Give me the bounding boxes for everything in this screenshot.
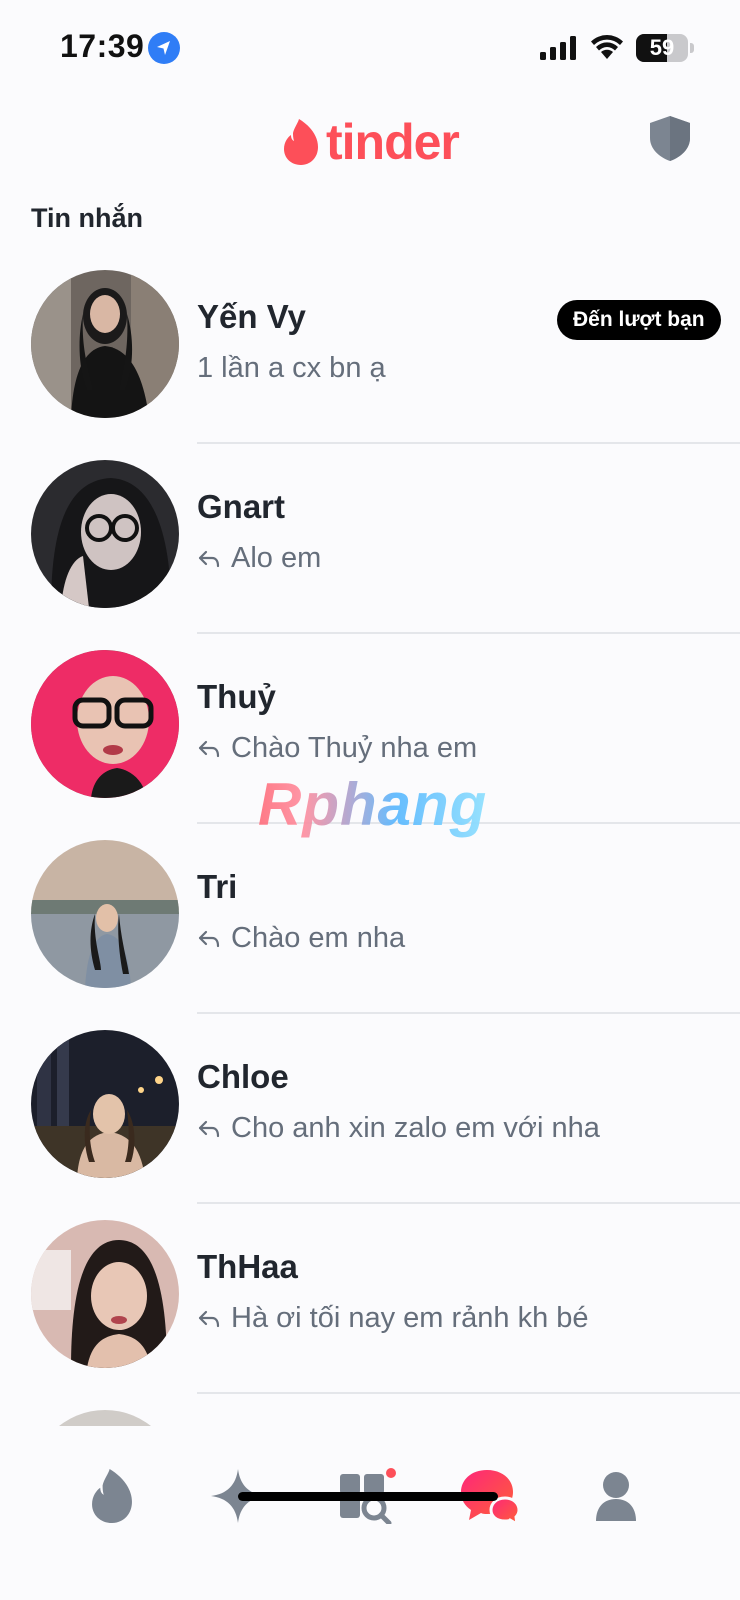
message-list[interactable]: Yến Vy Đến lượt bạn 1 lần a cx bn ạ Gnar… <box>0 258 740 1426</box>
new-activity-dot <box>386 1468 396 1478</box>
message-preview: Chào Thuỷ nha em <box>197 732 477 765</box>
conversation-row[interactable]: Chloe Cho anh xin zalo em với nha <box>0 1018 740 1208</box>
your-turn-badge: Đến lượt bạn <box>557 300 721 340</box>
home-indicator[interactable] <box>238 1492 498 1501</box>
row-divider <box>197 1012 740 1014</box>
nav-swipe-tab[interactable] <box>80 1464 144 1528</box>
conversation-name: ThHaa <box>197 1248 298 1285</box>
replied-arrow-icon <box>198 1120 220 1137</box>
message-preview: Alo em <box>197 542 321 575</box>
conversation-name: Chloe <box>197 1058 289 1095</box>
row-divider <box>197 1392 740 1394</box>
flame-icon <box>92 1469 132 1523</box>
tinder-flame-icon <box>284 119 318 165</box>
message-preview-text: Chào Thuỷ nha em <box>231 732 478 764</box>
battery-indicator: 59 <box>636 34 688 62</box>
battery-cap <box>690 43 694 53</box>
message-preview-text: Hà ơi tối nay em rảnh kh bé <box>231 1302 589 1334</box>
replied-arrow-icon <box>198 930 220 947</box>
replied-arrow-icon <box>198 740 220 757</box>
message-preview: Chào em nha <box>197 922 405 955</box>
status-time: 17:39 <box>60 28 145 64</box>
profile-icon <box>596 1472 636 1521</box>
conversation-row[interactable]: Gnart Alo em <box>0 448 740 638</box>
conversation-name: Thuỷ <box>197 678 276 715</box>
row-divider <box>197 1202 740 1204</box>
conversation-row[interactable]: ThHaa Hà ơi tối nay em rảnh kh bé <box>0 1208 740 1398</box>
messages-section-title: Tin nhắn <box>31 203 143 233</box>
replied-arrow-icon <box>198 1310 220 1327</box>
message-preview: Cho anh xin zalo em với nha <box>197 1112 600 1145</box>
safety-shield-button[interactable] <box>646 114 694 162</box>
nav-profile-tab[interactable] <box>584 1464 648 1528</box>
conversation-row-partial[interactable] <box>0 1398 740 1426</box>
location-arrow-icon <box>148 32 180 64</box>
watermark: Rphang <box>258 771 488 838</box>
message-preview: Hà ơi tối nay em rảnh kh bé <box>197 1302 589 1335</box>
replied-arrow-icon <box>198 550 220 567</box>
conversation-row[interactable]: Yến Vy Đến lượt bạn 1 lần a cx bn ạ <box>0 258 740 448</box>
status-bar: 17:39 59 <box>0 0 740 96</box>
app-header: tinder <box>0 96 740 186</box>
shield-icon <box>650 116 690 161</box>
conversation-name: Gnart <box>197 488 286 525</box>
avatar[interactable] <box>31 1030 179 1178</box>
avatar[interactable] <box>31 1410 179 1426</box>
avatar[interactable] <box>31 1220 179 1368</box>
avatar[interactable] <box>31 460 179 608</box>
cellular-signal-icon <box>540 36 576 60</box>
wifi-icon <box>591 35 623 59</box>
logo-wordmark: tinder <box>326 114 460 170</box>
row-divider <box>197 632 740 634</box>
avatar[interactable] <box>31 650 179 798</box>
avatar[interactable] <box>31 840 179 988</box>
tinder-logo: tinder <box>282 114 460 170</box>
conversation-row[interactable]: Tri Chào em nha <box>0 828 740 1018</box>
message-preview-text: Alo em <box>231 542 322 574</box>
bottom-navigation <box>0 1426 740 1600</box>
message-preview-text: 1 lần a cx bn ạ <box>197 352 386 384</box>
message-preview: 1 lần a cx bn ạ <box>197 352 386 385</box>
battery-level: 59 <box>649 35 675 60</box>
conversation-name: Yến Vy <box>197 298 306 335</box>
row-divider <box>197 442 740 444</box>
message-preview-text: Chào em nha <box>231 922 406 954</box>
message-preview-text: Cho anh xin zalo em với nha <box>231 1112 600 1144</box>
conversation-name: Tri <box>197 868 238 905</box>
avatar[interactable] <box>31 270 179 418</box>
